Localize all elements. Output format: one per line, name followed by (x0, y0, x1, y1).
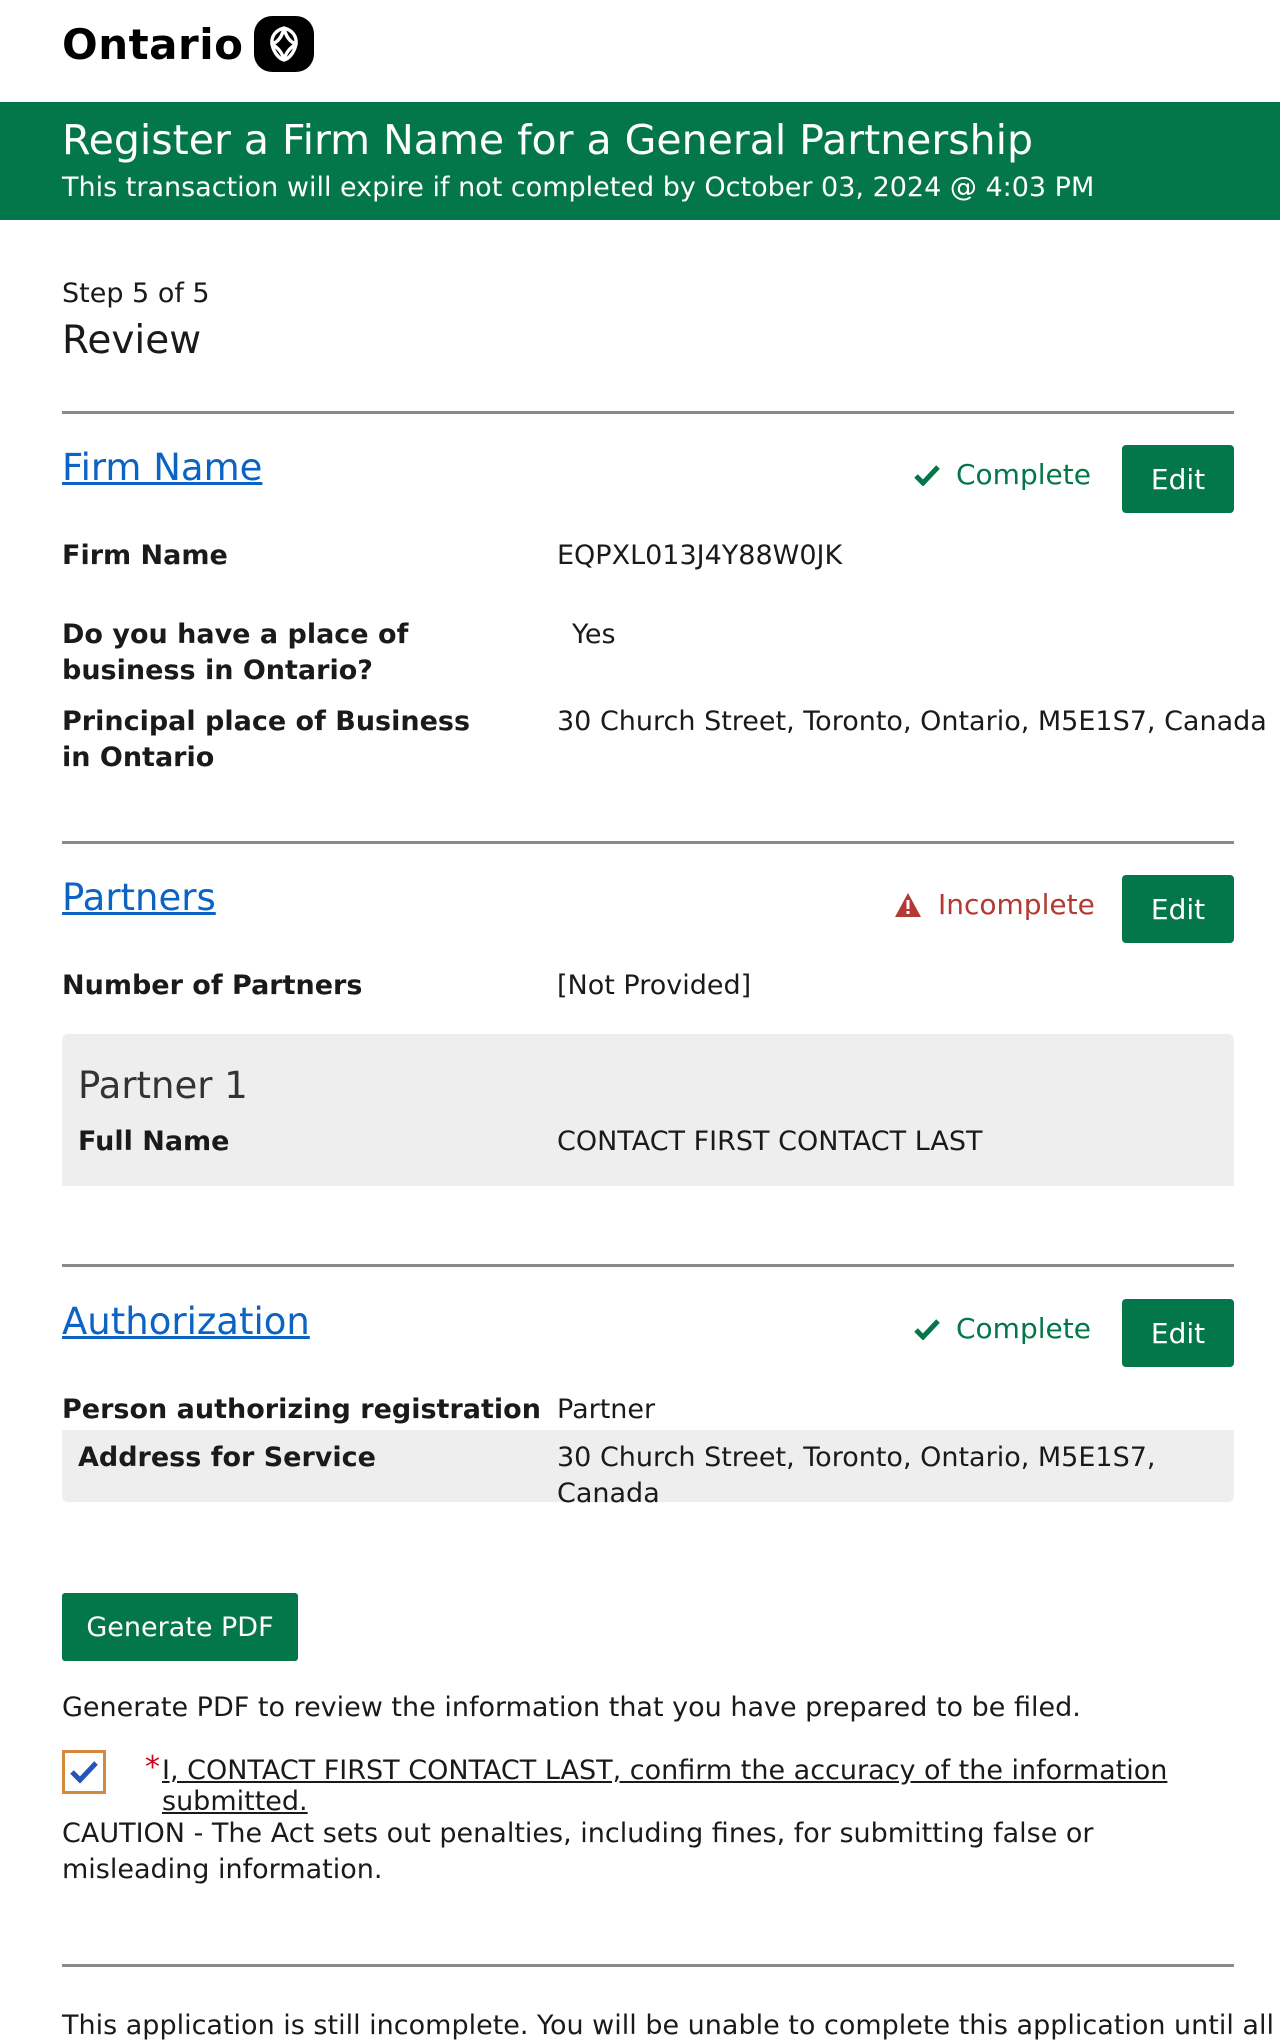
section-divider (62, 411, 1234, 414)
generate-pdf-note: Generate PDF to review the information t… (62, 1692, 1081, 1723)
checkmark-icon (70, 1761, 98, 1784)
person-authorizing-label: Person authorizing registration (62, 1394, 541, 1425)
generate-pdf-button[interactable]: Generate PDF (62, 1593, 298, 1661)
expiry-notice: This transaction will expire if not comp… (62, 172, 1095, 203)
site-header: Ontario (0, 0, 1280, 102)
authorization-status-text: Complete (956, 1312, 1091, 1345)
authorization-section-link[interactable]: Authorization (62, 1300, 310, 1343)
principal-place-label: Principal place of Business in Ontario (62, 706, 471, 773)
firm-name-label: Firm Name (62, 540, 228, 571)
warning-icon (895, 892, 921, 917)
person-authorizing-value: Partner (557, 1394, 656, 1425)
partner-full-name-label: Full Name (78, 1126, 230, 1157)
number-of-partners-value: [Not Provided] (557, 970, 752, 1001)
address-for-service-value: 30 Church Street, Toronto, Ontario, M5E1… (557, 1442, 1156, 1509)
required-marker: * (145, 1750, 160, 1785)
place-of-business-value: Yes (572, 619, 616, 650)
check-icon (914, 1318, 940, 1340)
step-indicator: Step 5 of 5 (62, 278, 210, 309)
principal-place-value: 30 Church Street, Toronto, Ontario, M5E1… (557, 706, 1267, 737)
firm-name-section-link[interactable]: Firm Name (62, 446, 262, 489)
ontario-logo[interactable]: Ontario (62, 16, 314, 72)
number-of-partners-label: Number of Partners (62, 970, 363, 1001)
partners-section-link[interactable]: Partners (62, 876, 216, 919)
firm-status: Complete (914, 458, 1091, 491)
partner-full-name-value: CONTACT FIRST CONTACT LAST (557, 1126, 983, 1157)
place-of-business-label: Do you have a place of business in Ontar… (62, 619, 409, 686)
partner-1-card: Partner 1 Full Name CONTACT FIRST CONTAC… (62, 1034, 1234, 1186)
partner-1-title: Partner 1 (78, 1064, 248, 1107)
address-for-service-box: Address for Service 30 Church Street, To… (62, 1430, 1234, 1509)
edit-partners-button[interactable]: Edit (1122, 875, 1234, 943)
trillium-icon (253, 16, 314, 72)
edit-firm-button[interactable]: Edit (1122, 445, 1234, 513)
edit-authorization-button[interactable]: Edit (1122, 1299, 1234, 1367)
check-icon (914, 464, 940, 486)
section-divider (62, 1264, 1234, 1267)
step-title: Review (62, 318, 202, 363)
page-title: Register a Firm Name for a General Partn… (62, 116, 1034, 164)
logo-text: Ontario (62, 19, 244, 69)
incomplete-notice: This application is still incomplete. Yo… (62, 2010, 1274, 2041)
caution-text: CAUTION - The Act sets out penalties, in… (62, 1818, 1094, 1885)
authorization-status: Complete (914, 1312, 1091, 1345)
section-divider (62, 1964, 1234, 1967)
section-divider (62, 841, 1234, 844)
partners-status-text: Incomplete (938, 888, 1095, 921)
address-for-service-label: Address for Service (78, 1442, 376, 1473)
confirm-checkbox[interactable] (62, 1750, 106, 1794)
firm-name-value: EQPXL013J4Y88W0JK (557, 540, 843, 571)
confirm-label[interactable]: I, CONTACT FIRST CONTACT LAST, confirm t… (162, 1755, 1280, 1817)
page-banner: Register a Firm Name for a General Partn… (0, 102, 1280, 220)
partners-status: Incomplete (894, 888, 1095, 921)
firm-status-text: Complete (956, 458, 1091, 491)
